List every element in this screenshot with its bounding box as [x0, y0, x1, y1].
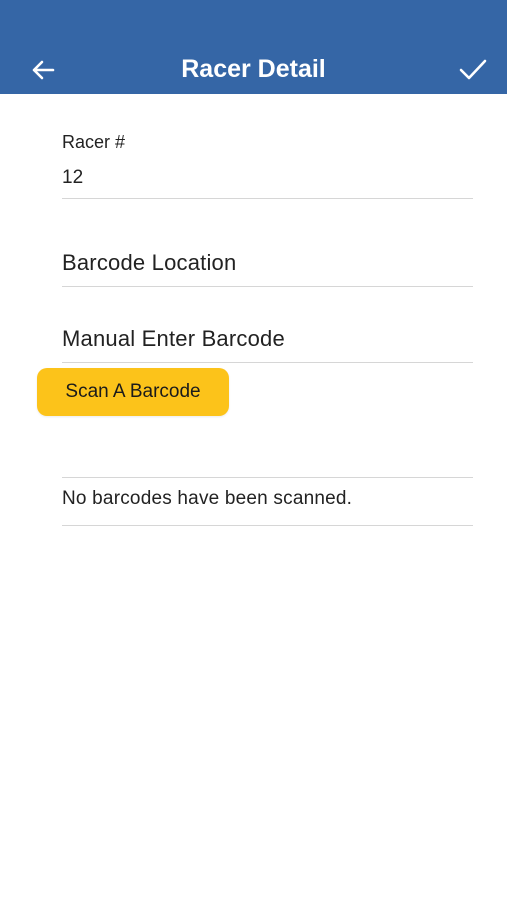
manual-barcode-underline — [62, 362, 473, 363]
barcode-location-input[interactable]: Barcode Location — [62, 250, 473, 276]
page-title: Racer Detail — [181, 55, 326, 83]
racer-number-input[interactable]: 12 — [62, 167, 83, 189]
check-icon — [459, 59, 487, 80]
barcode-location-underline — [62, 286, 473, 287]
racer-number-underline — [62, 198, 473, 199]
racer-number-label: Racer # — [62, 132, 126, 152]
scan-barcode-button[interactable]: Scan A Barcode — [37, 368, 229, 416]
list-bottom-divider — [62, 525, 473, 526]
app-header: Racer Detail — [0, 0, 507, 94]
empty-barcodes-message: No barcodes have been scanned. — [62, 488, 353, 509]
confirm-button[interactable] — [453, 52, 493, 88]
manual-barcode-input[interactable]: Manual Enter Barcode — [62, 326, 473, 352]
list-top-divider — [62, 477, 473, 478]
